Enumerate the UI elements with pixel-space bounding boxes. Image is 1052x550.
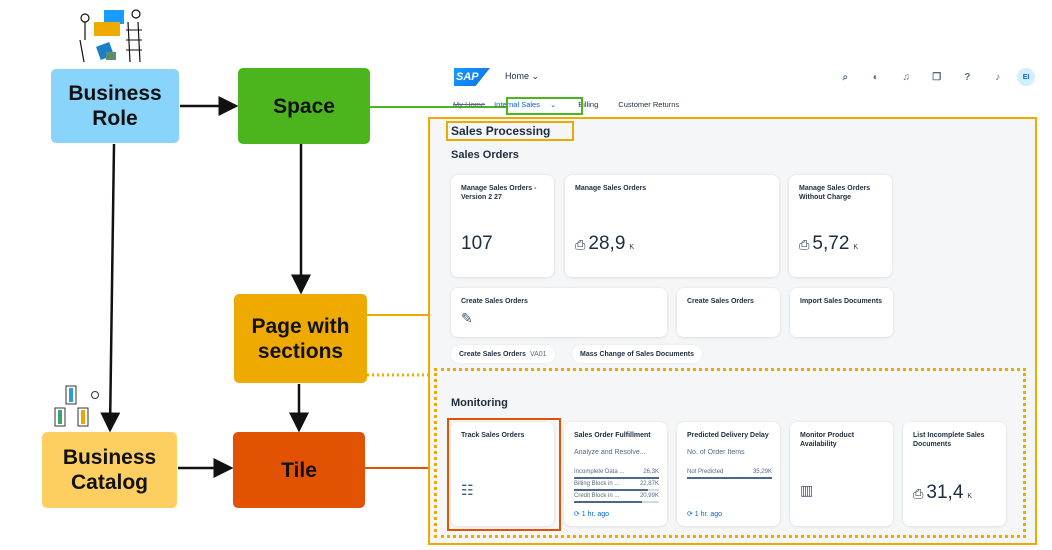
highlight-section-title xyxy=(446,121,574,141)
bell-icon[interactable]: ♪ xyxy=(983,68,1014,86)
page-with-sections-box: Page with sections xyxy=(234,294,367,383)
business-catalog-illustration-icon xyxy=(54,385,99,427)
sap-logo[interactable]: SAP xyxy=(454,68,490,86)
home-menu-button[interactable]: Home ⌄ xyxy=(505,71,539,82)
highlight-space-tab xyxy=(506,97,583,115)
copilot-icon[interactable]: ◐ xyxy=(861,68,892,86)
highlight-tile xyxy=(447,418,561,531)
avatar[interactable]: EI xyxy=(1017,68,1035,86)
shell-actions: ⌕ ◐ ♫ ❐ ? ♪ EI xyxy=(830,68,1035,86)
arrow-role-to-catalog xyxy=(100,143,121,433)
business-catalog-box: Business Catalog xyxy=(42,432,177,508)
notes-icon[interactable]: ❐ xyxy=(922,68,953,86)
tile-box: Tile xyxy=(233,432,365,508)
tab-customer-returns[interactable]: Customer Returns xyxy=(618,100,679,109)
help-icon[interactable]: ? xyxy=(952,68,983,86)
search-icon[interactable]: ⌕ xyxy=(830,68,861,86)
business-role-box: Business Role xyxy=(51,69,179,143)
headset-icon[interactable]: ♫ xyxy=(891,68,922,86)
tab-my-home[interactable]: My Home xyxy=(453,100,485,109)
space-box: Space xyxy=(238,68,370,144)
business-role-illustration-icon xyxy=(79,9,142,63)
